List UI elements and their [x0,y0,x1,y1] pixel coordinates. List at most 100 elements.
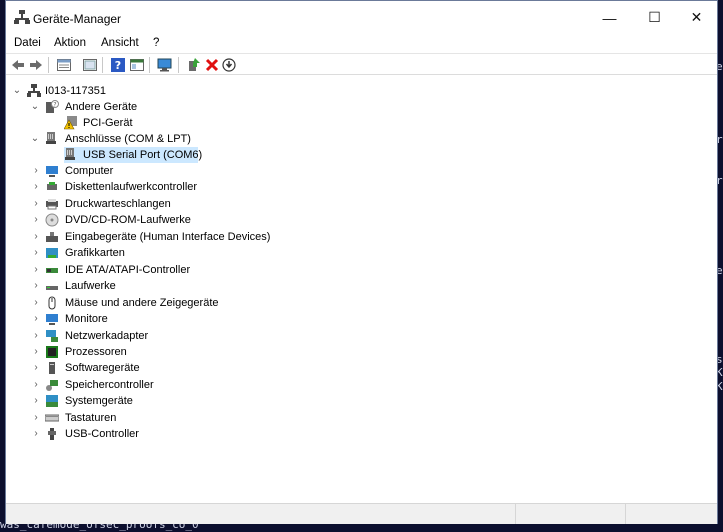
hid-icon [46,232,58,242]
andere-geraete-label: Andere Geräte [65,101,138,113]
properties-icon[interactable] [56,57,72,73]
forward-arrow-icon[interactable] [28,57,44,73]
view-icon[interactable] [82,57,98,73]
category-label: Eingabegeräte (Human Interface Devices) [65,231,271,243]
device-tree: ⌄ I013-117351 ⌄ ? Andere Geräte PCI-Gerä… [6,79,717,503]
printer-icon [46,199,58,210]
chevron-right-icon[interactable]: › [31,380,41,390]
chevron-right-icon[interactable]: › [31,413,41,423]
device-manager-icon [14,10,30,24]
dvd-icon [45,213,59,227]
tree-category-row[interactable]: › Netzwerkadapter [6,328,306,344]
toolbar-separator [48,57,49,73]
anschluesse-label: Anschlüsse (COM & LPT) [65,133,191,145]
tree-category-row[interactable]: › IDE ATA/ATAPI-Controller [6,262,306,278]
tree-category-row[interactable]: › Softwaregeräte [6,360,306,376]
chevron-right-icon[interactable]: › [31,429,41,439]
window-title: Geräte-Manager [33,12,122,26]
uninstall-icon[interactable] [204,57,220,73]
warning-device-icon [64,116,77,130]
tree-category-row[interactable]: › Computer [6,163,306,179]
computer-icon [46,166,58,177]
chevron-right-icon[interactable]: › [31,281,41,291]
category-label: Computer [65,165,114,177]
tree-category-row[interactable]: › Speichercontroller [6,377,306,393]
tree-category-row[interactable]: › Grafikkarten [6,245,306,261]
chevron-right-icon[interactable]: › [31,199,41,209]
menu-help[interactable]: ? [153,37,159,49]
category-label: Speichercontroller [65,379,154,391]
menu-datei[interactable]: Datei [14,37,41,49]
category-label: Laufwerke [65,280,116,292]
category-label: Mäuse und andere Zeigegeräte [65,297,219,309]
processor-icon [46,346,58,358]
tree-category-row[interactable]: › Prozessoren [6,344,306,360]
chevron-down-icon[interactable]: ⌄ [30,134,40,144]
tree-category-row[interactable]: › Diskettenlaufwerkcontroller [6,179,306,195]
category-label: Netzwerkadapter [65,330,149,342]
keyboard-icon [45,414,59,422]
tree-category-row[interactable]: ⌄ Anschlüsse (COM & LPT) [6,131,306,147]
chevron-down-icon[interactable]: ⌄ [12,86,22,96]
chevron-down-icon[interactable]: ⌄ [30,102,40,112]
chevron-right-icon[interactable]: › [31,248,41,258]
chevron-right-icon[interactable]: › [31,182,41,192]
chevron-right-icon[interactable]: › [31,166,41,176]
close-button[interactable]: ✕ [674,1,719,34]
ide-controller-icon [46,268,58,273]
minimize-button[interactable]: — [587,1,632,34]
port-icon [65,148,75,160]
category-label: USB-Controller [65,428,139,440]
unknown-device-icon: ? [46,100,59,113]
maximize-button[interactable]: ☐ [632,1,677,34]
details-view-icon[interactable] [129,57,145,73]
tree-category-row[interactable]: › Mäuse und andere Zeigegeräte [6,295,306,311]
tree-device-row[interactable]: PCI-Gerät [6,115,306,131]
tree-category-row[interactable]: › Eingabegeräte (Human Interface Devices) [6,229,306,245]
tree-category-row[interactable]: › DVD/CD-ROM-Laufwerke [6,212,306,228]
storage-controller-icon [46,380,58,391]
chevron-right-icon[interactable]: › [31,232,41,242]
update-driver-icon[interactable] [186,57,202,73]
title-bar[interactable]: Geräte-Manager — ☐ ✕ [6,1,717,34]
category-label: IDE ATA/ATAPI-Controller [65,264,191,276]
tree-category-row[interactable]: › USB-Controller [6,426,306,442]
category-label: Druckwarteschlangen [65,198,171,210]
computer-tree-icon [27,84,41,97]
disable-device-icon[interactable] [221,57,237,73]
tree-root-row[interactable]: ⌄ I013-117351 [6,83,306,99]
toolbar-separator [102,57,103,73]
chevron-right-icon[interactable]: › [31,347,41,357]
category-label: Softwaregeräte [65,362,140,374]
tree-category-row[interactable]: › Laufwerke [6,278,306,294]
menu-ansicht[interactable]: Ansicht [101,37,139,49]
toolbar-separator [149,57,150,73]
svg-text:?: ? [115,59,121,72]
menu-aktion[interactable]: Aktion [54,37,86,49]
toolbar-separator [178,57,179,73]
chevron-right-icon[interactable]: › [31,215,41,225]
chevron-right-icon[interactable]: › [31,363,41,373]
mouse-icon [48,296,56,310]
chevron-right-icon[interactable]: › [31,396,41,406]
scan-hardware-icon[interactable] [157,57,173,73]
tree-category-row[interactable]: ⌄ ? Andere Geräte [6,99,306,115]
category-label: Tastaturen [65,412,117,424]
tree-category-row[interactable]: › Tastaturen [6,410,306,426]
category-label: Monitore [65,313,108,325]
chevron-right-icon[interactable]: › [31,331,41,341]
back-arrow-icon[interactable] [10,57,26,73]
tree-root-label: I013-117351 [45,85,106,97]
help-icon[interactable]: ? [110,57,126,73]
category-label: Systemgeräte [65,395,133,407]
menu-bar: Datei Aktion Ansicht ? [6,34,717,52]
monitor-icon [46,314,58,325]
toolbar: ? [6,53,717,75]
tree-category-row[interactable]: › Monitore [6,311,306,327]
chevron-right-icon[interactable]: › [31,314,41,324]
tree-category-row[interactable]: › Druckwarteschlangen [6,196,306,212]
tree-category-row[interactable]: › Systemgeräte [6,393,306,409]
chevron-right-icon[interactable]: › [31,265,41,275]
tree-device-row-selected[interactable]: USB Serial Port (COM6) [6,147,306,163]
chevron-right-icon[interactable]: › [31,298,41,308]
